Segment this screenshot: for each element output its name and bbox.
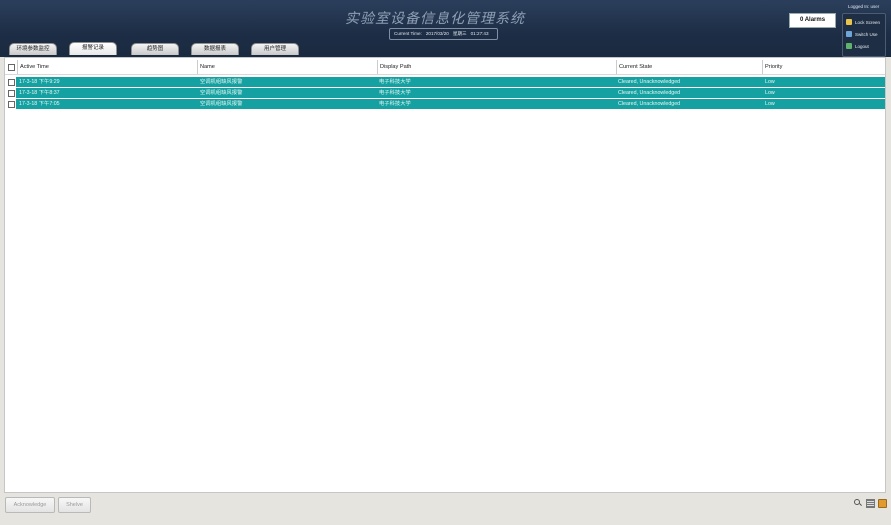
tab-data-report[interactable]: 数据报表 [191,43,239,55]
select-all-checkbox[interactable] [8,64,15,71]
cell-priority: Low [765,101,775,107]
row-checkbox[interactable] [8,90,15,97]
alarm-table: Active Time Name Display Path Current St… [4,57,886,493]
lock-icon [846,19,852,25]
cell-current-state: Cleared, Unacknowledged [618,90,681,96]
search-icon[interactable] [854,499,860,505]
row-checkbox[interactable] [8,101,15,108]
logout-label: Logout [855,43,869,49]
lock-screen-label: Lock Screen [855,19,881,25]
cell-name: 空调机组缺风报警 [200,79,243,85]
app-header: 实验室设备信息化管理系统 Current Time: 2017/03/20 星期三 0… [0,0,891,57]
tab-trend-chart[interactable]: 趋势图 [131,43,179,55]
cell-active-time: 17-3-18 下午8:37 [19,90,60,96]
logout-button[interactable]: Logout [846,41,869,51]
user-menu-panel: Lock Screen Switch Use Logout [842,13,886,57]
row-highlight [16,88,885,98]
current-time-display: Current Time: 2017/03/20 星期三 01:27:43 [389,28,498,40]
table-row[interactable]: 17-3-18 下午7:05 空调机组缺风报警 电子科技大学 Cleared, … [5,99,885,109]
clock-label: Current Time: [394,31,422,36]
switch-user-label: Switch Use [855,31,878,37]
cell-display-path: 电子科技大学 [379,79,411,85]
logged-in-label: Logged In: user [848,4,880,9]
column-header-priority[interactable]: Priority [762,60,883,74]
cell-active-time: 17-3-18 下午9:29 [19,79,60,85]
table-row[interactable]: 17-3-18 下午9:29 空调机组缺风报警 电子科技大学 Cleared, … [5,77,885,87]
acknowledge-button[interactable]: Acknowledge [5,497,55,513]
switch-user-icon [846,31,852,37]
cell-name: 空调机组缺风报警 [200,90,243,96]
column-header-display-path[interactable]: Display Path [377,60,616,74]
cell-priority: Low [765,90,775,96]
table-row[interactable]: 17-3-18 下午8:37 空调机组缺风报警 电子科技大学 Cleared, … [5,88,885,98]
row-checkbox[interactable] [8,79,15,86]
app-title: 实验室设备信息化管理系统 [345,11,525,27]
cell-display-path: 电子科技大学 [379,101,411,107]
lock-screen-button[interactable]: Lock Screen [846,17,880,27]
column-header-active-time[interactable]: Active Time [17,60,196,74]
clock-weekday: 星期三 [452,31,467,36]
shelve-button[interactable]: Shelve [58,497,91,513]
table-header: Active Time Name Display Path Current St… [5,60,885,75]
column-header-name[interactable]: Name [197,60,377,74]
column-header-current-state[interactable]: Current State [616,60,762,74]
cell-display-path: 电子科技大学 [379,90,411,96]
footer-toolbar: Acknowledge Shelve [0,493,891,525]
alarm-count-badge[interactable]: 0 Alarms [789,13,836,28]
tab-alarm-records[interactable]: 报警记录 [69,42,117,55]
cell-current-state: Cleared, Unacknowledged [618,79,681,85]
cell-current-state: Cleared, Unacknowledged [618,101,681,107]
tab-user-management[interactable]: 用户管理 [251,43,299,55]
logout-icon [846,43,852,49]
row-highlight [16,77,885,87]
cell-name: 空调机组缺风报警 [200,101,243,107]
row-highlight [16,99,885,109]
cell-active-time: 17-3-18 下午7:05 [19,101,60,107]
table-icon[interactable] [866,499,875,508]
clock-date: 2017/03/20 [425,31,449,36]
export-icon[interactable] [878,499,887,508]
switch-user-button[interactable]: Switch Use [846,29,878,39]
tab-environment-monitoring[interactable]: 环境参数监控 [9,43,57,55]
cell-priority: Low [765,79,775,85]
clock-time: 01:27:43 [470,31,489,36]
